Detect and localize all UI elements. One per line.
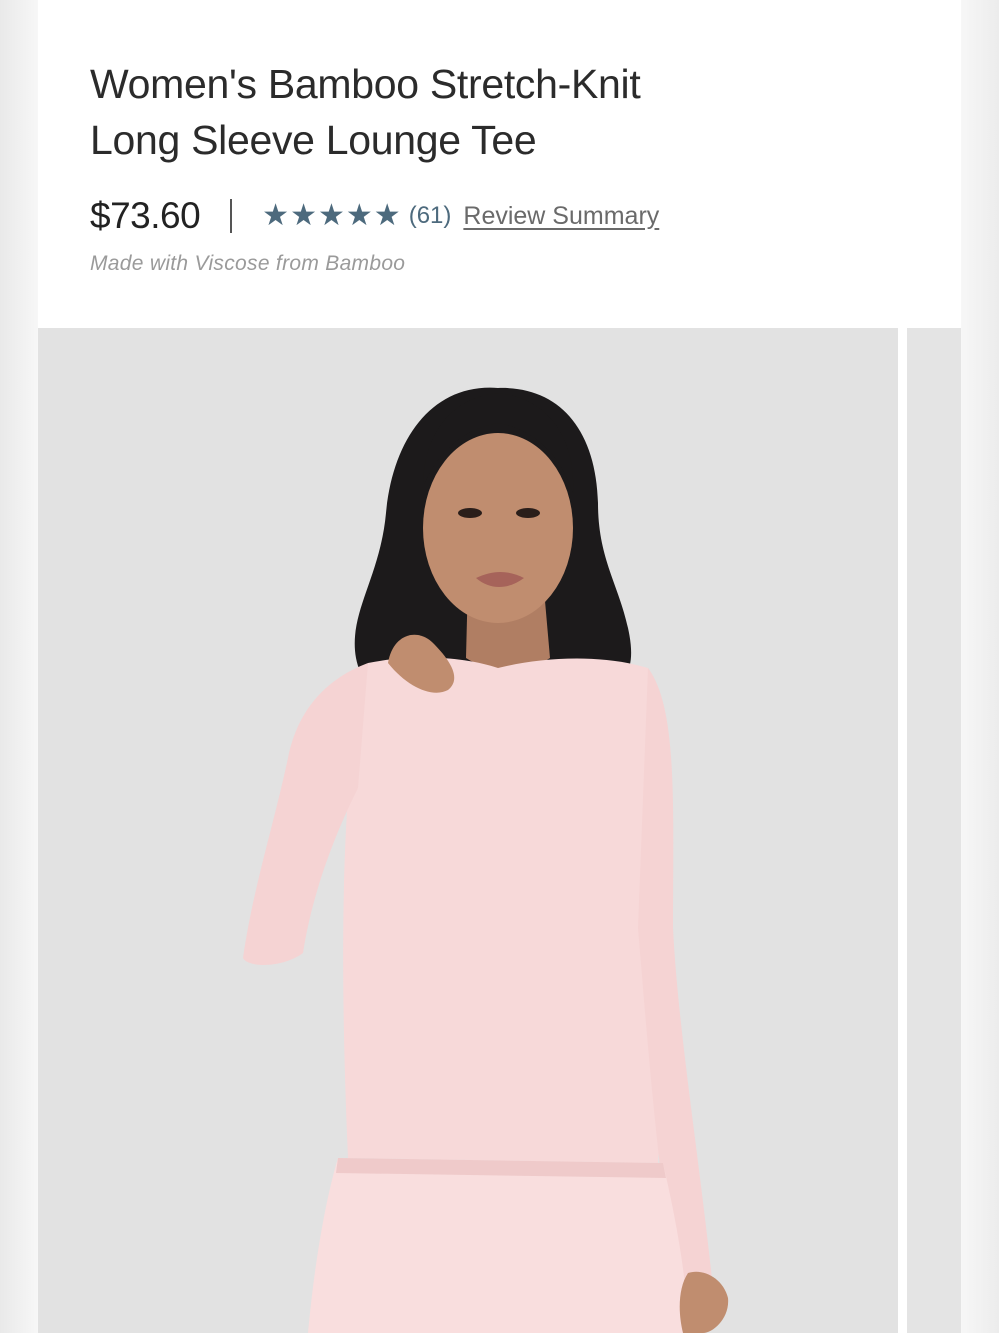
price-rating-row: $73.60 ★ ★ ★ ★ ★ (61) Review Summary [90,194,921,238]
product-photo-next[interactable] [907,328,961,1333]
product-info: Women's Bamboo Stretch-Knit Long Sleeve … [90,56,921,276]
divider [230,199,233,233]
rating-stars[interactable]: ★ ★ ★ ★ ★ [262,201,401,231]
star-icon: ★ [262,198,290,233]
product-card: Women's Bamboo Stretch-Knit Long Sleeve … [38,0,961,1333]
star-icon: ★ [373,198,401,233]
review-summary-link[interactable]: Review Summary [463,202,659,231]
material-note: Made with Viscose from Bamboo [90,252,406,275]
star-icon: ★ [345,198,373,233]
star-icon: ★ [317,198,345,233]
model-photo-icon [243,387,729,1333]
star-icon: ★ [290,198,317,233]
image-gallery[interactable] [38,328,961,1333]
review-count[interactable]: (61) [409,202,452,230]
product-photo-main[interactable] [38,328,898,1333]
product-price: $73.60 [90,195,201,236]
product-title: Women's Bamboo Stretch-Knit Long Sleeve … [90,61,641,163]
